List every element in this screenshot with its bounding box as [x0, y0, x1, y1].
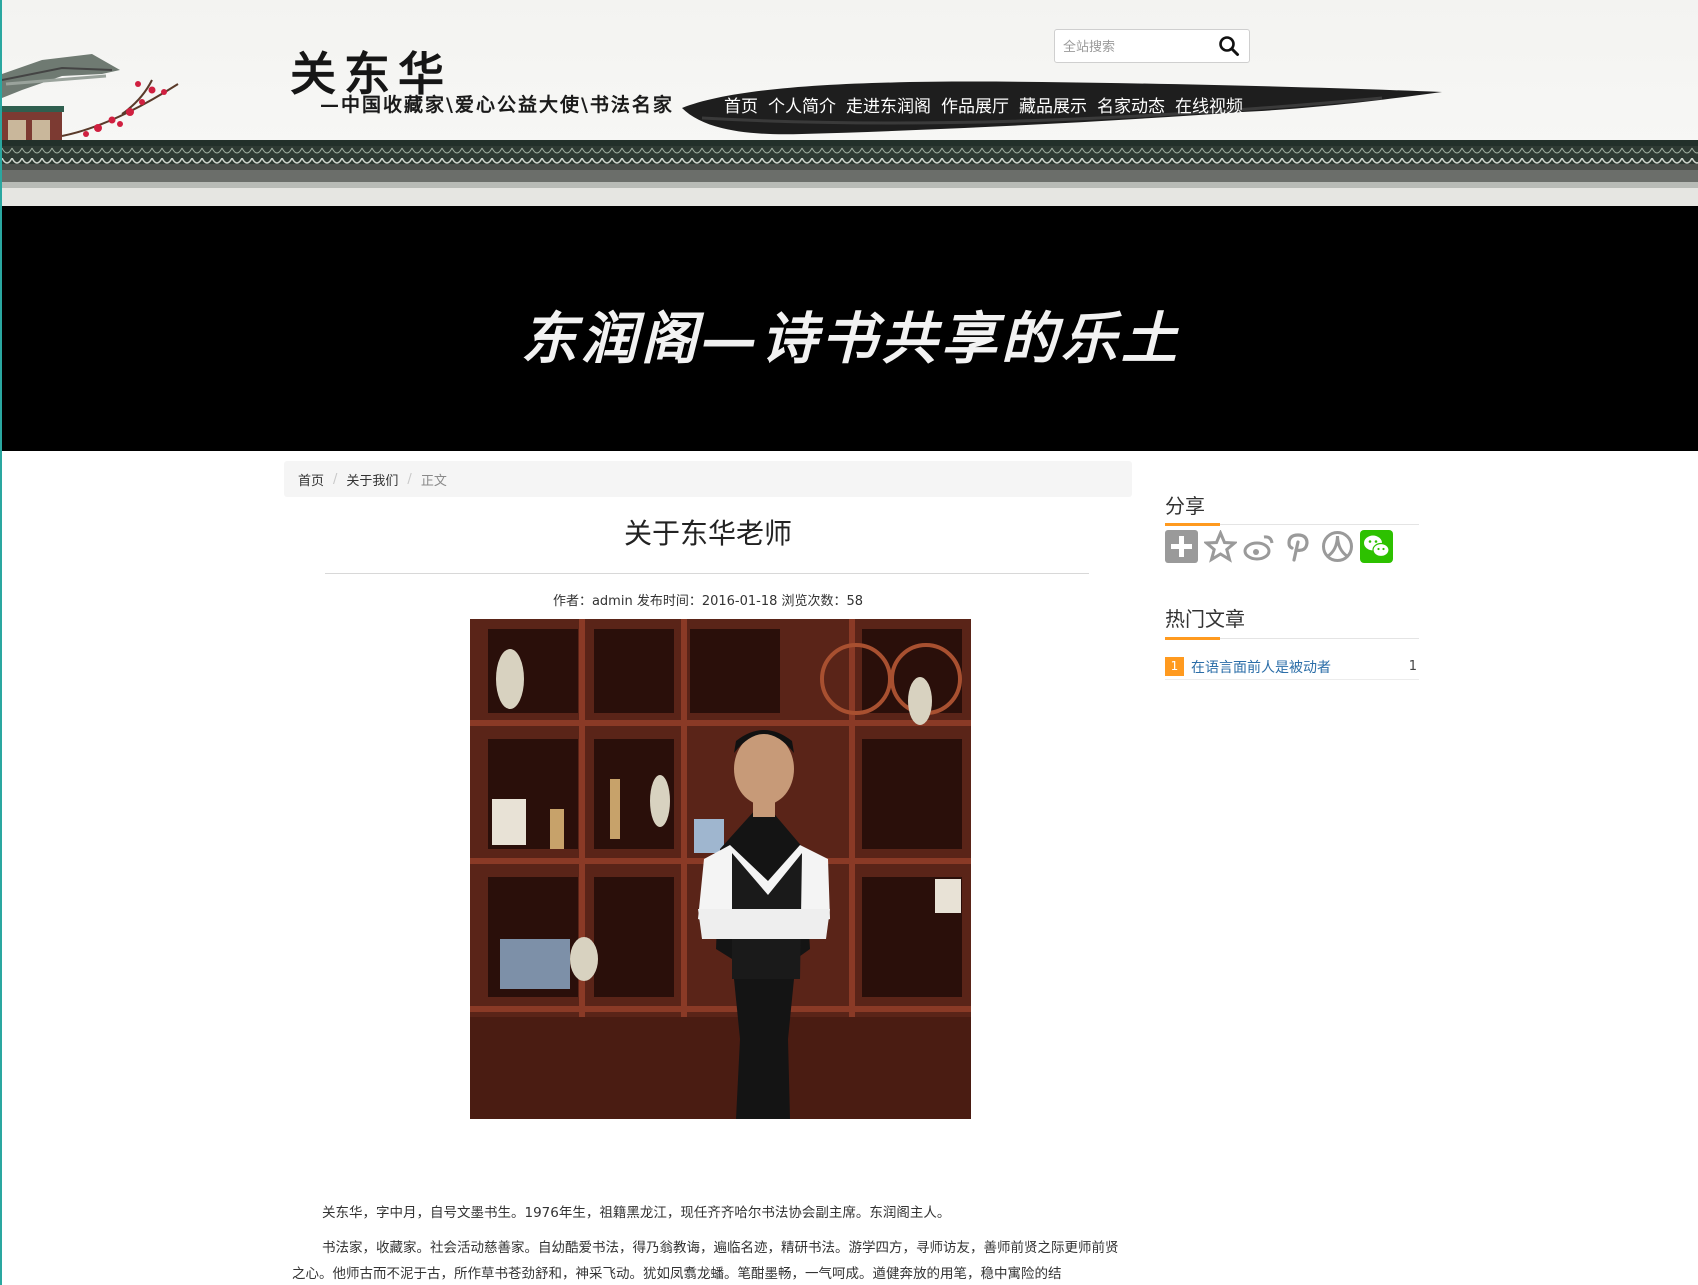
nav-dongrunge[interactable]: 走进东润阁	[846, 92, 931, 117]
hot-heading-accent	[1165, 637, 1220, 640]
share-heading: 分享	[1165, 494, 1205, 518]
pinterest-icon	[1287, 533, 1309, 562]
renren-icon	[1322, 531, 1353, 562]
article-title: 关于东华老师	[623, 517, 792, 550]
article-content: 关东华，字中月，自号文墨书生。1976年生，祖籍黑龙江，现任齐齐哈尔书法协会副主…	[292, 1200, 1122, 1285]
site-header: 关东华 —中国收藏家\爱心公益大使\书法名家 首页 个人简介 走进东润阁 作品展…	[2, 0, 1698, 206]
nav-news[interactable]: 名家动态	[1097, 92, 1165, 117]
search-button[interactable]	[1215, 34, 1243, 60]
breadcrumb-separator: /	[407, 471, 412, 487]
site-tagline: —中国收藏家\爱心公益大使\书法名家	[320, 94, 674, 116]
nav-works-gallery[interactable]: 作品展厅	[941, 92, 1009, 117]
nav-profile[interactable]: 个人简介	[768, 92, 836, 117]
breadcrumb-home[interactable]: 首页	[298, 470, 324, 489]
page: 关东华 —中国收藏家\爱心公益大使\书法名家 首页 个人简介 走进东润阁 作品展…	[0, 0, 1698, 1285]
search-icon	[1219, 35, 1239, 56]
wechat-icon	[1360, 530, 1393, 563]
star-icon	[1204, 530, 1237, 563]
article-photo	[470, 619, 971, 1119]
weibo-icon	[1243, 535, 1274, 561]
share-heading-accent	[1165, 523, 1220, 526]
share-renren-button[interactable]	[1321, 530, 1354, 563]
share-icons	[1165, 530, 1393, 563]
hot-article-link[interactable]: 在语言面前人是被动者	[1191, 657, 1331, 677]
title-divider	[325, 573, 1089, 574]
nav-videos[interactable]: 在线视频	[1175, 92, 1243, 117]
roof-wall-illustration	[2, 140, 1698, 206]
share-more-button[interactable]	[1165, 530, 1198, 563]
share-wechat-button[interactable]	[1360, 530, 1393, 563]
article-paragraph: 关东华，字中月，自号文墨书生。1976年生，祖籍黑龙江，现任齐齐哈尔书法协会副主…	[322, 1205, 951, 1221]
share-weibo-button[interactable]	[1243, 530, 1276, 563]
hot-article-item: 1 在语言面前人是被动者 1	[1165, 654, 1419, 680]
main-nav: 首页 个人简介 走进东润阁 作品展厅 藏品展示 名家动态 在线视频	[724, 92, 1243, 117]
breadcrumb-separator: /	[333, 471, 338, 487]
search-input[interactable]	[1063, 36, 1213, 58]
plus-icon	[1165, 530, 1198, 563]
hot-article-count: 1	[1408, 659, 1417, 674]
breadcrumb-current: 正文	[420, 473, 447, 489]
breadcrumb-about[interactable]: 关于我们	[346, 470, 398, 489]
nav-home[interactable]: 首页	[724, 92, 758, 117]
share-pinterest-button[interactable]	[1282, 530, 1315, 563]
share-favorite-button[interactable]	[1204, 530, 1237, 563]
breadcrumb: 首页 / 关于我们 / 正文	[284, 461, 1132, 497]
hot-article-rank: 1	[1165, 657, 1184, 676]
nav-collection[interactable]: 藏品展示	[1019, 92, 1087, 117]
banner-slogan: 东润阁—诗书共享的乐土	[521, 306, 1181, 372]
article-meta: 作者：admin 发布时间：2016-01-18 浏览次数：58	[552, 594, 864, 609]
search-box	[1054, 29, 1250, 63]
hot-articles-heading: 热门文章	[1165, 607, 1245, 631]
article-paragraph: 书法家，收藏家。社会活动慈善家。自幼酷爱书法，得乃翁教诲，遍临名迹，精研书法。游…	[292, 1240, 1119, 1282]
banner: 东润阁—诗书共享的乐土	[2, 206, 1698, 451]
